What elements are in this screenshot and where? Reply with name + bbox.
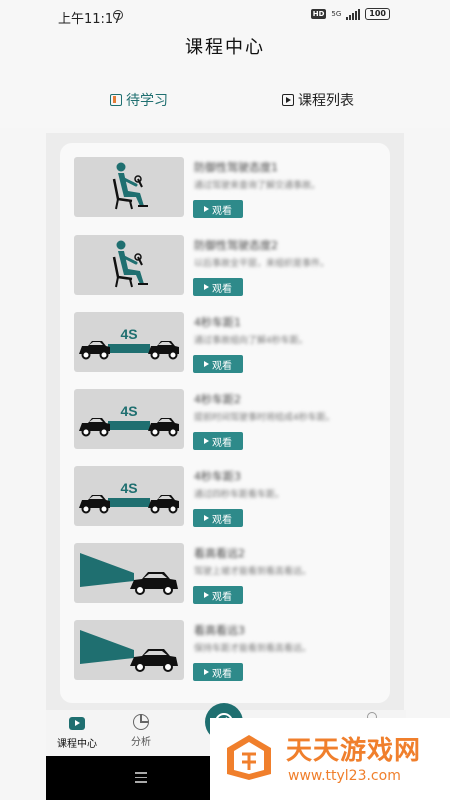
watch-button[interactable]: 观看: [193, 586, 243, 604]
lesson-title: 4秒车距1: [194, 316, 241, 329]
watch-button[interactable]: 观看: [193, 355, 243, 373]
watch-button-label: 观看: [212, 205, 232, 217]
menu-icon[interactable]: [135, 772, 147, 786]
watermark-logo-icon: [227, 735, 271, 780]
status-indicators: HD 5G 100: [310, 8, 390, 20]
tab-label: 课程列表: [298, 93, 354, 109]
nav-label: 分析: [131, 737, 151, 748]
book-icon: [110, 94, 122, 106]
lesson-thumbnail[interactable]: [74, 157, 184, 217]
header: 课程中心: [0, 34, 450, 80]
watch-button[interactable]: 观看: [193, 432, 243, 450]
lesson-description: 以后事故全平层，来组织是事件。: [194, 259, 330, 269]
driver-seat-illustration: [112, 162, 148, 210]
play-icon: [204, 284, 209, 290]
watch-button[interactable]: 观看: [193, 509, 243, 527]
lesson-item[interactable]: 防御性驾驶态度2 以后事故全平层，来组织是事件。 观看: [74, 235, 379, 299]
lesson-list[interactable]: 防御性驾驶态度1 通过驾驶来查询了解交通事故。 观看 防御性驾驶态度2 以后事故…: [60, 143, 390, 703]
nav-course-center[interactable]: 课程中心: [52, 714, 102, 750]
video-icon: [69, 717, 85, 730]
lesson-item[interactable]: 4S 4秒车距2 提前时间驾驶事时将结成4秒车距。 观看: [74, 389, 379, 453]
nav-analysis[interactable]: 分析: [116, 714, 166, 748]
lesson-description: 通过四秒车距看车距。: [194, 490, 285, 500]
play-icon: [204, 592, 209, 598]
signal-icon: [346, 8, 361, 20]
content-panel: 防御性驾驶态度1 通过驾驶来查询了解交通事故。 观看 防御性驾驶态度2 以后事故…: [46, 133, 404, 713]
watch-button[interactable]: 观看: [193, 200, 243, 218]
headlight-beam-illustration: [80, 553, 178, 595]
lesson-thumbnail[interactable]: [74, 620, 184, 680]
lesson-item[interactable]: 看高看远2 驾驶上坡才能看到看高看远。 观看: [74, 543, 379, 607]
tab-pending-study[interactable]: 待学习: [110, 90, 168, 110]
four-second-gap-illustration: 4S: [79, 480, 179, 514]
lesson-title: 防御性驾驶态度1: [194, 161, 278, 174]
four-second-gap-illustration: 4S: [79, 403, 179, 437]
play-icon: [204, 669, 209, 675]
tab-bar: 待学习 课程列表: [0, 80, 450, 128]
watch-button[interactable]: 观看: [193, 663, 243, 681]
play-icon: [204, 361, 209, 367]
play-icon: [204, 515, 209, 521]
lesson-thumbnail[interactable]: 4S: [74, 466, 184, 526]
hd-badge: HD: [310, 9, 327, 19]
watermark: 天天游戏网 www.ttyl23.com: [210, 718, 450, 800]
play-icon: [204, 438, 209, 444]
play-icon: [204, 206, 209, 212]
lesson-item[interactable]: 4S 4秒车距1 通过事故组向了解4秒车距。 观看: [74, 312, 379, 376]
lesson-title: 看高看远2: [194, 547, 245, 560]
lesson-thumbnail[interactable]: 4S: [74, 312, 184, 372]
lesson-title: 4秒车距3: [194, 470, 241, 483]
pie-chart-icon: [133, 714, 149, 730]
play-box-icon: [282, 94, 294, 106]
system-nav-bar: [46, 756, 211, 800]
nav-label: 课程中心: [57, 739, 97, 750]
thumb-label: 4S: [120, 403, 137, 419]
watch-button[interactable]: 观看: [193, 278, 243, 296]
headlight-beam-illustration: [80, 630, 178, 672]
tab-label: 待学习: [126, 93, 168, 109]
watch-button-label: 观看: [212, 668, 232, 680]
watch-button-label: 观看: [212, 360, 232, 372]
lesson-thumbnail[interactable]: [74, 235, 184, 295]
status-time: 上午11:17: [58, 12, 122, 27]
thumb-label: 4S: [120, 480, 137, 496]
lesson-item[interactable]: 4S 4秒车距3 通过四秒车距看车距。 观看: [74, 466, 379, 530]
watch-button-label: 观看: [212, 514, 232, 526]
sync-icon: [113, 10, 123, 20]
driver-seat-illustration: [112, 240, 148, 288]
thumb-label: 4S: [120, 326, 137, 342]
lesson-description: 驾驶上坡才能看到看高看远。: [194, 567, 312, 577]
network-type: 5G: [331, 9, 342, 18]
watch-button-label: 观看: [212, 437, 232, 449]
lesson-thumbnail[interactable]: 4S: [74, 389, 184, 449]
watch-button-label: 观看: [212, 283, 232, 295]
lesson-item[interactable]: 防御性驾驶态度1 通过驾驶来查询了解交通事故。 观看: [74, 157, 379, 221]
lesson-title: 看高看远3: [194, 624, 245, 637]
battery-icon: 100: [365, 8, 390, 20]
page-title: 课程中心: [185, 37, 265, 58]
lesson-description: 提前时间驾驶事时将结成4秒车距。: [194, 413, 335, 423]
status-bar: 上午11:17 HD 5G 100: [0, 0, 450, 34]
four-second-gap-illustration: 4S: [79, 326, 179, 360]
lesson-description: 保持车距才能看到看高看远。: [194, 644, 312, 654]
tab-course-list[interactable]: 课程列表: [282, 90, 354, 110]
lesson-title: 4秒车距2: [194, 393, 241, 406]
lesson-description: 通过事故组向了解4秒车距。: [194, 336, 308, 346]
lesson-item[interactable]: 看高看远3 保持车距才能看到看高看远。 观看: [74, 620, 379, 684]
lesson-description: 通过驾驶来查询了解交通事故。: [194, 181, 321, 191]
lesson-title: 防御性驾驶态度2: [194, 239, 278, 252]
watermark-url: www.ttyl23.com: [288, 768, 401, 784]
lesson-thumbnail[interactable]: [74, 543, 184, 603]
watch-button-label: 观看: [212, 591, 232, 603]
watermark-name: 天天游戏网: [286, 736, 422, 766]
